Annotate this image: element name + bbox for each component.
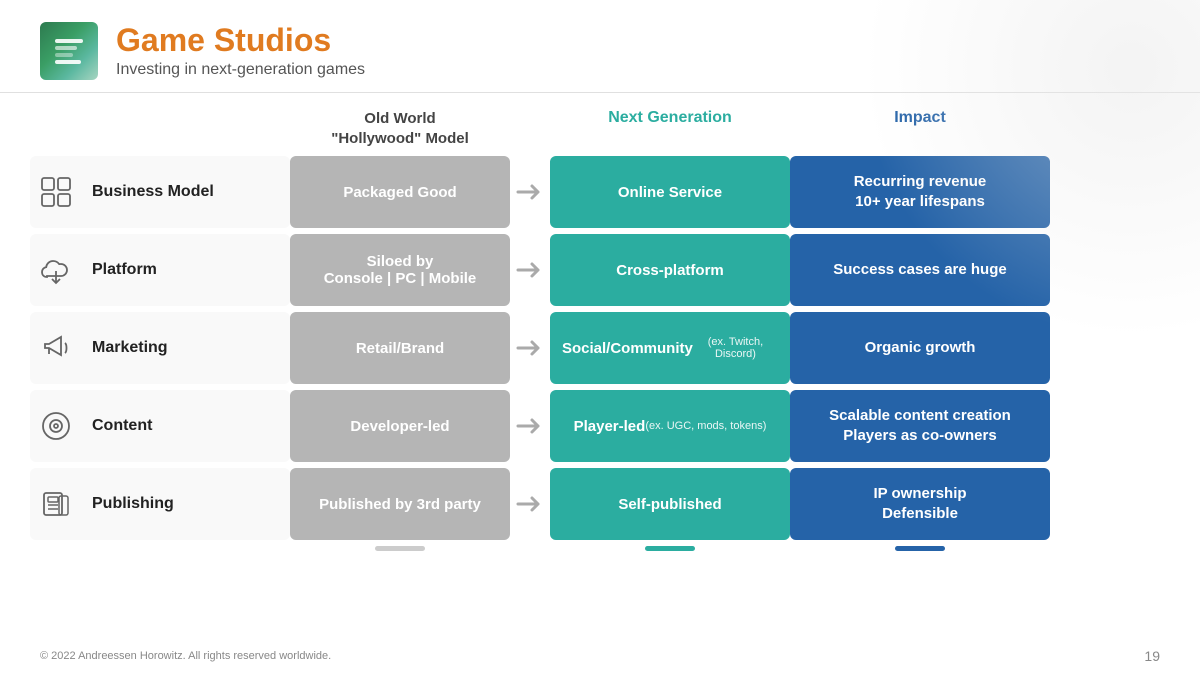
cell-impact-marketing: Organic growth — [790, 312, 1050, 384]
comparison-table: Old World "Hollywood" Model Next Generat… — [30, 103, 1170, 553]
cell-next-business-model: Online Service — [550, 156, 790, 228]
scroll-ind-empty — [30, 544, 290, 553]
logo-line-3 — [55, 53, 73, 57]
row-label-publishing: Publishing — [30, 468, 290, 540]
slide: Game Studios Investing in next-generatio… — [0, 0, 1200, 674]
cell-next-content: Player-led(ex. UGC, mods, tokens) — [550, 390, 790, 462]
scroll-bar-next — [645, 546, 695, 551]
cell-impact-business-model: Recurring revenue10+ year lifespans — [790, 156, 1050, 228]
arrow-content — [510, 390, 550, 462]
table-row-business-model: Business Model Packaged Good Online Serv… — [30, 156, 1170, 228]
cell-old-publishing: Published by 3rd party — [290, 468, 510, 540]
row-label-text-marketing: Marketing — [92, 339, 168, 357]
newspaper-icon — [34, 482, 78, 526]
arrow-marketing — [510, 312, 550, 384]
scroll-ind-arrow — [510, 544, 550, 553]
col-header-empty — [30, 103, 290, 156]
col-arrow-spacer — [510, 103, 550, 156]
row-label-text-business-model: Business Model — [92, 183, 214, 201]
col-header-old-world: Old World "Hollywood" Model — [290, 103, 510, 156]
page-subtitle: Investing in next-generation games — [116, 61, 365, 79]
cell-old-business-model: Packaged Good — [290, 156, 510, 228]
logo-line-4 — [55, 60, 81, 64]
scroll-indicators — [30, 544, 1170, 553]
cell-old-marketing: Retail/Brand — [290, 312, 510, 384]
header-text: Game Studios Investing in next-generatio… — [116, 23, 365, 78]
row-label-content: Content — [30, 390, 290, 462]
row-label-business-model: Business Model — [30, 156, 290, 228]
column-headers: Old World "Hollywood" Model Next Generat… — [30, 103, 1170, 156]
arrow-publishing — [510, 468, 550, 540]
megaphone-icon — [34, 326, 78, 370]
cell-old-content: Developer-led — [290, 390, 510, 462]
arrow-business-model — [510, 156, 550, 228]
row-label-text-platform: Platform — [92, 261, 157, 279]
table-row-content: Content Developer-led Player-led(ex. UGC… — [30, 390, 1170, 462]
cloud-icon — [34, 248, 78, 292]
row-label-text-content: Content — [92, 417, 152, 435]
scroll-bar-old — [375, 546, 425, 551]
table-rows: Business Model Packaged Good Online Serv… — [30, 156, 1170, 540]
cell-next-marketing: Social/Community(ex. Twitch, Discord) — [550, 312, 790, 384]
col-header-next-gen: Next Generation — [550, 103, 790, 156]
copyright: © 2022 Andreessen Horowitz. All rights r… — [40, 650, 331, 662]
scroll-ind-old — [290, 544, 510, 553]
cell-next-publishing: Self-published — [550, 468, 790, 540]
logo-lines — [55, 39, 83, 64]
cubes-icon — [34, 170, 78, 214]
disc-icon — [34, 404, 78, 448]
logo — [40, 22, 98, 80]
table-row-marketing: Marketing Retail/Brand Social/Community(… — [30, 312, 1170, 384]
scroll-ind-next — [550, 544, 790, 553]
row-label-platform: Platform — [30, 234, 290, 306]
cell-impact-content: Scalable content creationPlayers as co-o… — [790, 390, 1050, 462]
table-row-platform: Platform Siloed byConsole | PC | Mobile … — [30, 234, 1170, 306]
table-row-publishing: Publishing Published by 3rd party Self-p… — [30, 468, 1170, 540]
scroll-ind-impact — [790, 544, 1050, 553]
arrow-platform — [510, 234, 550, 306]
cell-next-platform: Cross-platform — [550, 234, 790, 306]
cell-impact-platform: Success cases are huge — [790, 234, 1050, 306]
cell-impact-publishing: IP ownershipDefensible — [790, 468, 1050, 540]
logo-line-2 — [55, 46, 77, 50]
logo-line-1 — [55, 39, 83, 43]
slide-header: Game Studios Investing in next-generatio… — [0, 0, 1200, 93]
scroll-bar-impact — [895, 546, 945, 551]
row-label-marketing: Marketing — [30, 312, 290, 384]
page-number: 19 — [1144, 648, 1160, 664]
row-label-text-publishing: Publishing — [92, 495, 174, 513]
cell-old-platform: Siloed byConsole | PC | Mobile — [290, 234, 510, 306]
page-title: Game Studios — [116, 23, 365, 58]
main-content: Old World "Hollywood" Model Next Generat… — [0, 93, 1200, 553]
col-header-impact: Impact — [790, 103, 1050, 156]
slide-footer: © 2022 Andreessen Horowitz. All rights r… — [40, 648, 1160, 664]
